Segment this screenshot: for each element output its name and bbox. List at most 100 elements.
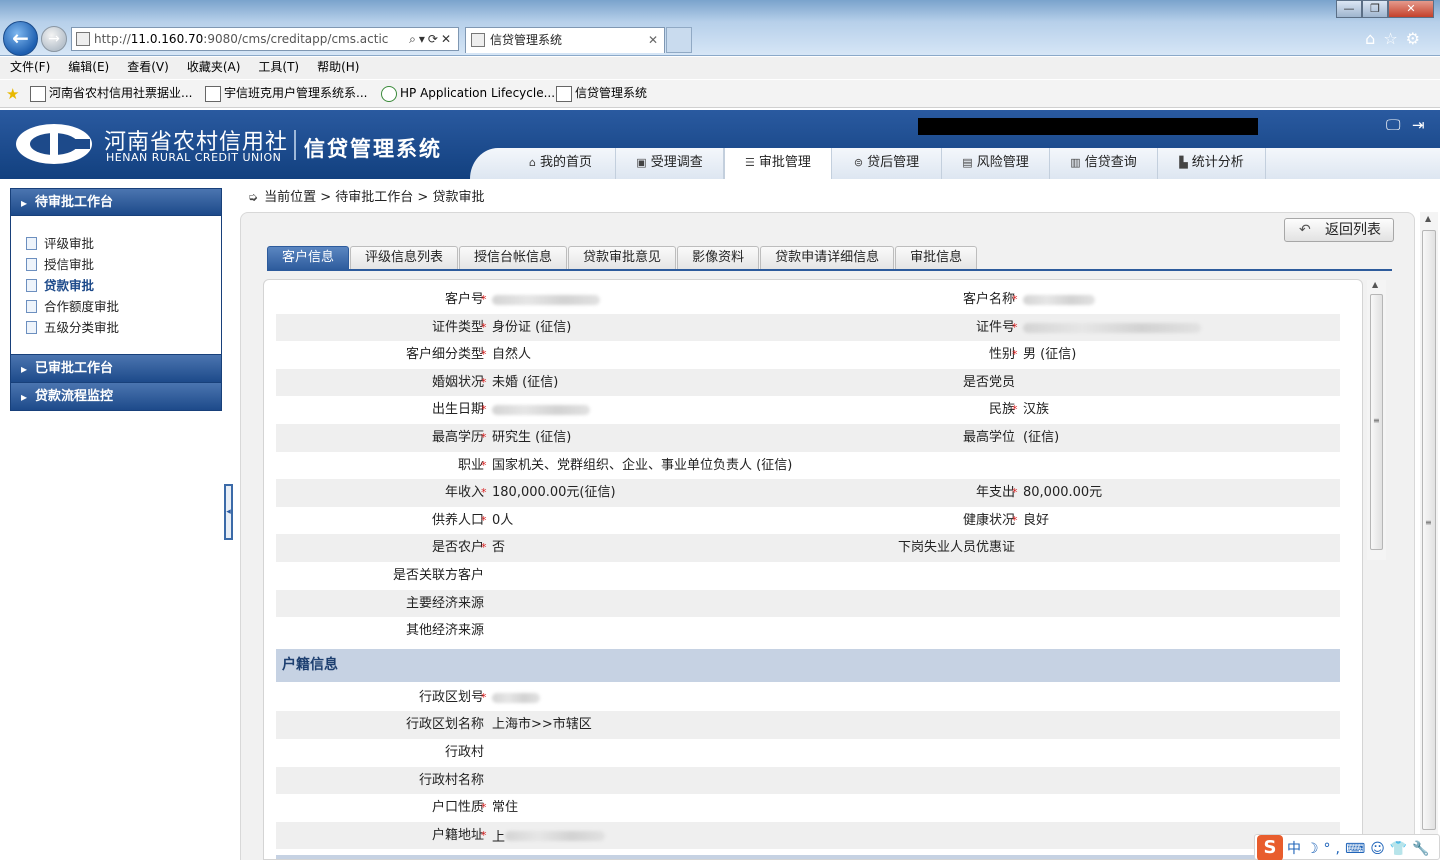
tab-approval-opinion[interactable]: 贷款审批意见 (568, 246, 677, 270)
menu-tools[interactable]: 工具(T) (248, 57, 307, 77)
tab-application-detail[interactable]: 贷款申请详细信息 (760, 246, 895, 270)
maximize-icon[interactable]: ❐ (1362, 0, 1388, 18)
sidebar-item-loan-approval[interactable]: 贷款审批 (11, 275, 221, 296)
nav-post-loan-label: 贷后管理 (867, 155, 920, 170)
required-mark: * (1012, 486, 1018, 500)
sidebar-item-coop-limit-approval[interactable]: 合作额度审批 (11, 296, 221, 317)
logout-icon[interactable]: ⇥ (1412, 116, 1425, 134)
field-label: 户籍地址 (431, 827, 484, 843)
address-tools-icon[interactable]: ⌕▾⟳✕ (405, 28, 454, 50)
page-favicon-icon (76, 32, 90, 46)
document-icon (26, 237, 37, 250)
redacted-user-info (918, 118, 1258, 135)
sidebar-section-monitor[interactable]: 贷款流程监控 (10, 383, 222, 411)
home-star-gear-icons[interactable]: ⌂☆⚙ (1365, 29, 1428, 48)
sidebar-section-pending[interactable]: 待审批工作台 (10, 188, 222, 217)
nav-post-loan[interactable]: ⊜ 贷后管理 (832, 148, 942, 179)
required-mark: * (481, 403, 487, 417)
breadcrumb: ➭ 当前位置 > 待审批工作台 > 贷款审批 (248, 186, 484, 205)
breadcrumb-level1[interactable]: 待审批工作台 (335, 190, 413, 205)
nav-stats[interactable]: ▙ 统计分析 (1158, 148, 1266, 179)
field-label: 出生日期 (431, 402, 484, 418)
id-no-value (1023, 314, 1201, 343)
nav-home-label: 我的首页 (539, 155, 592, 170)
scroll-up-icon[interactable]: ▲ (1425, 214, 1431, 223)
ime-mode-indicator[interactable]: 中☽°,⌨☺👕🔧 (1287, 838, 1435, 858)
favorite-link-3[interactable]: HP Application Lifecycle... (381, 85, 555, 102)
menu-file[interactable]: 文件(F) (0, 57, 58, 77)
browser-tab[interactable]: 信贷管理系统 ✕ (465, 27, 665, 53)
field-label: 行政村名称 (418, 772, 484, 788)
required-mark: * (1012, 293, 1018, 306)
sidebar-item-five-class-approval[interactable]: 五级分类审批 (11, 317, 221, 338)
menu-favorites[interactable]: 收藏夹(A) (177, 57, 249, 77)
sidebar: 待审批工作台 评级审批 授信审批 贷款审批 合作额度审批 五级分类审批 已审批工… (10, 188, 222, 411)
nav-query[interactable]: ▥ 信贷查询 (1050, 148, 1158, 179)
close-window-icon[interactable]: ✕ (1388, 0, 1434, 18)
favorite-link-1[interactable]: 河南省农村信用社票据业... (30, 85, 192, 102)
hukou-address-prefix: 上 (492, 829, 506, 845)
favorite-link-2[interactable]: 宇信班克用户管理系统系... (205, 85, 367, 102)
sidebar-item-label: 评级审批 (44, 236, 95, 251)
nav-approval[interactable]: ☰ 审批管理 (724, 148, 832, 179)
field-label: 是否党员 (962, 374, 1015, 390)
survey-icon: ▣ (636, 156, 647, 169)
sidebar-pending-list: 评级审批 授信审批 贷款审批 合作额度审批 五级分类审批 (10, 216, 222, 355)
favorite-link-4[interactable]: 信贷管理系统 (556, 85, 647, 102)
field-label: 其他经济来源 (405, 623, 484, 639)
sidebar-item-label: 授信审批 (44, 257, 95, 272)
sidebar-item-credit-approval[interactable]: 授信审批 (11, 254, 221, 275)
nav-risk[interactable]: ▤ 风险管理 (942, 148, 1050, 179)
scroll-up-icon[interactable]: ▲ (1372, 280, 1378, 289)
field-label: 最高学位 (962, 429, 1015, 445)
panel-scrollbar[interactable]: ▲ ≡ (1367, 280, 1386, 560)
sidebar-collapse-handle[interactable]: ◂ (224, 484, 233, 540)
sidebar-section-approved[interactable]: 已审批工作台 (10, 355, 222, 383)
nav-accept-survey[interactable]: ▣ 受理调查 (616, 148, 724, 179)
ime-toolbar[interactable]: S 中☽°,⌨☺👕🔧 (1254, 834, 1440, 860)
menu-help[interactable]: 帮助(H) (307, 57, 367, 77)
back-to-list-button[interactable]: ↶ 返回列表 (1284, 218, 1394, 242)
new-tab-button[interactable] (666, 27, 692, 53)
education-value: 研究生 (征信) (492, 429, 572, 445)
tab-approval-info[interactable]: 审批信息 (895, 246, 978, 270)
menu-edit[interactable]: 编辑(E) (58, 57, 117, 77)
required-mark: * (481, 375, 487, 389)
hukou-address-value: 上 (492, 822, 606, 851)
nav-home[interactable]: ⌂ 我的首页 (506, 148, 616, 179)
url-host: 11.0.160.70 (130, 32, 204, 46)
required-mark: * (481, 801, 487, 815)
tab-favicon-icon (471, 33, 485, 47)
redacted-value (492, 692, 540, 703)
tab-customer-info[interactable]: 客户信息 (267, 246, 350, 270)
tab-credit-ledger[interactable]: 授信台帐信息 (459, 246, 568, 270)
field-label: 证件类型 (431, 319, 484, 335)
risk-icon: ▤ (962, 156, 973, 169)
required-mark: * (1012, 348, 1018, 362)
back-arrow-icon[interactable]: ← (3, 21, 38, 56)
monitor-icon[interactable]: 🖵 (1386, 116, 1400, 134)
minimize-icon[interactable]: — (1336, 0, 1362, 18)
close-tab-icon[interactable]: ✕ (648, 28, 658, 52)
sidebar-item-rating-approval[interactable]: 评级审批 (11, 233, 221, 254)
page-scrollbar[interactable]: ▲ ≡ (1420, 212, 1438, 860)
tab-images[interactable]: 影像资料 (677, 246, 760, 270)
form-row: 行政区划号 * (276, 684, 1340, 712)
url-rest: :9080/cms/creditapp/cms.actic (203, 32, 389, 46)
field-label: 行政区划号 (418, 689, 484, 705)
scroll-thumb[interactable] (1422, 230, 1436, 830)
tab-rating-list[interactable]: 评级信息列表 (350, 246, 459, 270)
redacted-value (505, 830, 606, 841)
scroll-grip-icon: ≡ (1425, 518, 1432, 527)
forward-arrow-icon[interactable]: → (41, 26, 67, 52)
required-mark: * (481, 348, 487, 362)
nav-stats-label: 统计分析 (1191, 155, 1244, 170)
address-bar[interactable]: http://11.0.160.70:9080/cms/creditapp/cm… (71, 27, 459, 51)
app-header: 河南省农村信用社 HENAN RURAL CREDIT UNION 信贷管理系统… (0, 110, 1440, 179)
browser-menubar: 文件(F) 编辑(E) 查看(V) 收藏夹(A) 工具(T) 帮助(H) (0, 57, 1440, 79)
document-icon (26, 321, 37, 334)
breadcrumb-sep: > (320, 190, 332, 205)
favorites-star-icon[interactable]: ★ (6, 85, 19, 103)
field-label: 年支出 (975, 485, 1015, 501)
menu-view[interactable]: 查看(V) (117, 57, 177, 77)
